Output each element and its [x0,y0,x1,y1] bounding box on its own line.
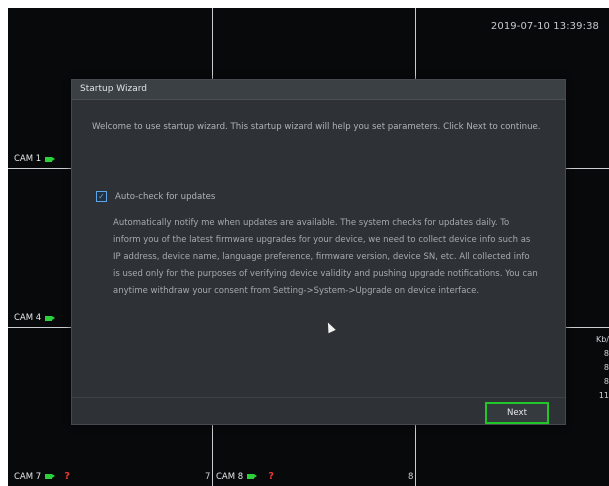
nvr-live-view-screen: 2019-07-10 13:39:38 CAM 1 CAM 4 CAM 7 ? … [8,8,609,486]
camera-label-4[interactable]: CAM 4 [14,313,56,323]
bitrate-value: 8 [603,377,609,386]
bitrate-value: 8 [603,349,609,358]
alert-icon: ? [64,471,71,482]
camera-label-7[interactable]: CAM 7 ? [14,471,70,482]
camera-label-8[interactable]: CAM 8 ? [216,471,274,482]
alert-icon: ? [268,471,275,482]
next-button[interactable]: Next [485,402,549,424]
channel-number: 8 [408,472,414,482]
dialog-title: Startup Wizard [72,80,565,100]
video-camera-icon [45,315,56,321]
channel-number: 7 [205,472,211,482]
video-camera-icon [45,156,56,162]
camera-name: CAM 1 [14,154,42,164]
camera-name: CAM 8 [216,471,244,482]
footer-divider [72,397,565,398]
startup-wizard-dialog: Startup Wizard Welcome to use startup wi… [71,79,566,425]
video-camera-icon [247,474,258,479]
camera-name: CAM 7 [14,471,42,482]
auto-check-updates-row[interactable]: ✓ Auto-check for updates [96,191,215,202]
timestamp: 2019-07-10 13:39:38 [490,21,599,32]
bitrate-unit: Kb/ [595,335,609,344]
bitrate-value: 8 [603,363,609,372]
mouse-cursor-icon [324,320,336,334]
update-description-text: Automatically notify me when updates are… [113,218,538,296]
auto-check-updates-checkbox[interactable]: ✓ [96,191,107,202]
bitrate-panel: Kb/ 8 8 8 11 [595,333,609,403]
camera-label-1[interactable]: CAM 1 [14,154,56,164]
bitrate-value: 11 [598,391,609,400]
video-camera-icon [45,474,56,479]
camera-name: CAM 4 [14,313,42,323]
auto-check-updates-label[interactable]: Auto-check for updates [115,192,215,202]
wizard-intro-text: Welcome to use startup wizard. This star… [92,122,541,132]
